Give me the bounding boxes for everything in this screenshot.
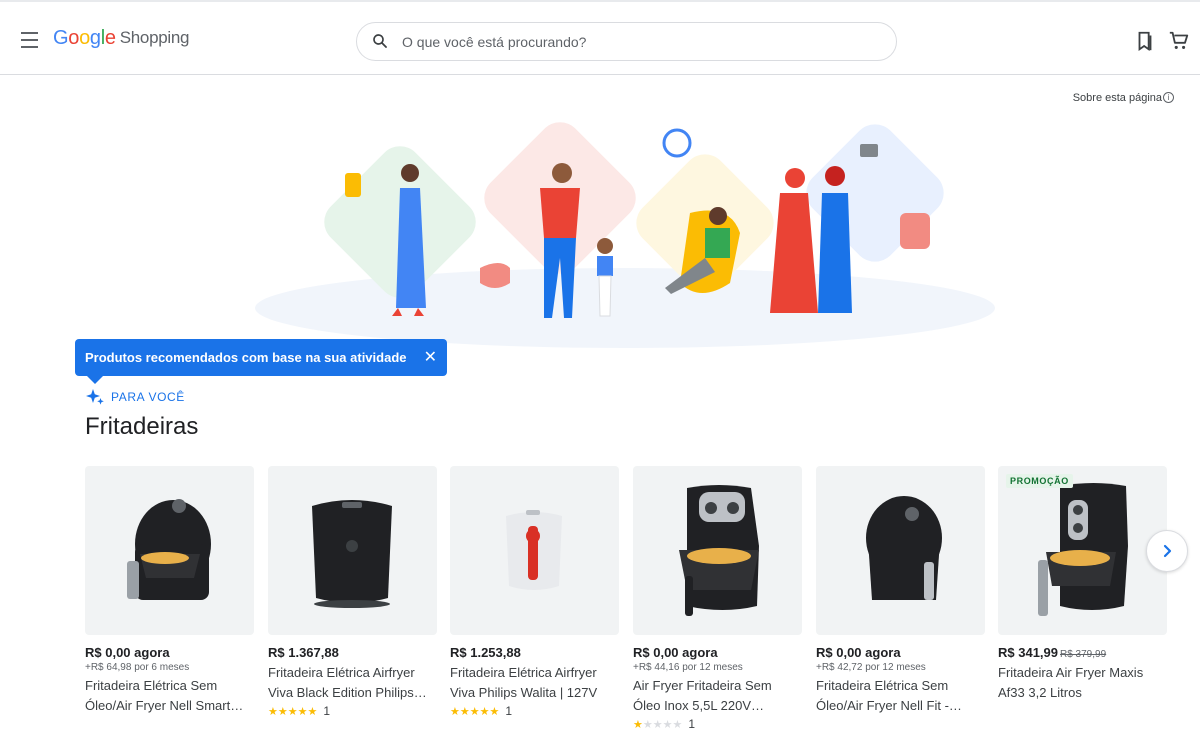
rating-count: 1: [505, 704, 512, 718]
air-fryer-image: [1038, 483, 1128, 616]
product-price: R$ 0,00 agora: [633, 645, 718, 660]
star-rating-icon: ★★★★★: [450, 705, 500, 718]
product-card[interactable]: PROMOÇÃO R$ 341,99 R$ 379,99 Fritadeira A…: [998, 466, 1167, 703]
product-image[interactable]: [450, 466, 619, 635]
for-you-text: PARA VOCÊ: [111, 390, 185, 404]
product-title[interactable]: Air Fryer Fritadeira Sem Óleo Inox 5,5L …: [633, 676, 802, 716]
sparkle-icon: [86, 389, 104, 405]
air-fryer-image: [679, 485, 759, 616]
rating-count: 1: [323, 704, 330, 718]
air-fryer-image: [127, 499, 211, 600]
search-icon[interactable]: [371, 32, 389, 50]
saved-list-icon[interactable]: [1134, 30, 1156, 52]
search-box[interactable]: [356, 22, 897, 61]
product-price: R$ 0,00 agora: [816, 645, 901, 660]
rating: ★★★★★ 1: [450, 704, 619, 718]
installment-text: +R$ 42,72 por 12 meses: [816, 662, 926, 673]
product-image[interactable]: [633, 466, 802, 635]
product-title[interactable]: Fritadeira Elétrica Airfryer Viva Philip…: [450, 663, 619, 703]
top-bar: Google Shopping: [0, 0, 1200, 75]
rating-count: 1: [688, 717, 696, 731]
section-title: Fritadeiras: [85, 413, 199, 440]
product-card[interactable]: R$ 0,00 agora +R$ 64,98 por 6 meses Frit…: [85, 466, 254, 716]
product-card[interactable]: R$ 0,00 agora +R$ 42,72 por 12 meses Fri…: [816, 466, 985, 716]
hero-illustration: [255, 122, 995, 348]
installment-text: +R$ 44,16 por 12 meses: [633, 662, 743, 673]
product-image[interactable]: [816, 466, 985, 635]
product-price: R$ 1.253,88: [450, 645, 521, 660]
banner-pointer: [87, 376, 103, 384]
product-card[interactable]: R$ 0,00 agora +R$ 44,16 por 12 meses Air…: [633, 466, 802, 731]
air-fryer-image: [866, 496, 942, 600]
google-shopping-logo[interactable]: Google Shopping: [53, 27, 189, 50]
logo-product-name: Shopping: [119, 28, 190, 47]
product-image[interactable]: [268, 466, 437, 635]
product-image[interactable]: [85, 466, 254, 635]
old-price: R$ 379,99: [1060, 649, 1107, 660]
product-price: R$ 341,99 R$ 379,99: [998, 645, 1107, 660]
product-title[interactable]: Fritadeira Elétrica Airfryer Viva Black …: [268, 663, 437, 703]
about-this-page-link[interactable]: Sobre esta página: [1073, 92, 1162, 104]
product-card[interactable]: R$ 1.367,88 Fritadeira Elétrica Airfryer…: [268, 466, 437, 718]
star-rating-icon: ★★★★★: [268, 705, 318, 718]
air-fryer-image: [312, 500, 392, 608]
installment-text: +R$ 64,98 por 6 meses: [85, 662, 190, 673]
search-input[interactable]: [402, 31, 862, 53]
banner-text: Produtos recomendados com base na sua at…: [85, 350, 407, 365]
rating: ★★★★★ 1: [268, 704, 437, 718]
recommendation-banner: Produtos recomendados com base na sua at…: [75, 339, 447, 384]
menu-icon[interactable]: [16, 26, 42, 52]
rating: ★★★★★ 1: [633, 717, 802, 731]
product-card[interactable]: R$ 1.253,88 Fritadeira Elétrica Airfryer…: [450, 466, 619, 718]
product-price: R$ 1.367,88: [268, 645, 339, 660]
product-title[interactable]: Fritadeira Elétrica Sem Óleo/Air Fryer N…: [816, 676, 985, 716]
product-title[interactable]: Fritadeira Air Fryer Maxis Af33 3,2 Litr…: [998, 663, 1167, 703]
air-fryer-image: [506, 510, 562, 590]
promo-badge: PROMOÇÃO: [1006, 474, 1073, 488]
product-title[interactable]: Fritadeira Elétrica Sem Óleo/Air Fryer N…: [85, 676, 254, 716]
for-you-label: PARA VOCÊ: [85, 388, 185, 406]
product-image[interactable]: PROMOÇÃO: [998, 466, 1167, 635]
cart-icon[interactable]: [1168, 30, 1190, 52]
star-rating-icon: ★★★★★: [633, 718, 683, 731]
product-price: R$ 0,00 agora: [85, 645, 170, 660]
close-icon[interactable]: ✕: [424, 347, 437, 367]
info-icon[interactable]: i: [1163, 92, 1174, 103]
carousel-next-button[interactable]: [1146, 530, 1188, 572]
chevron-right-icon: [1163, 544, 1172, 558]
